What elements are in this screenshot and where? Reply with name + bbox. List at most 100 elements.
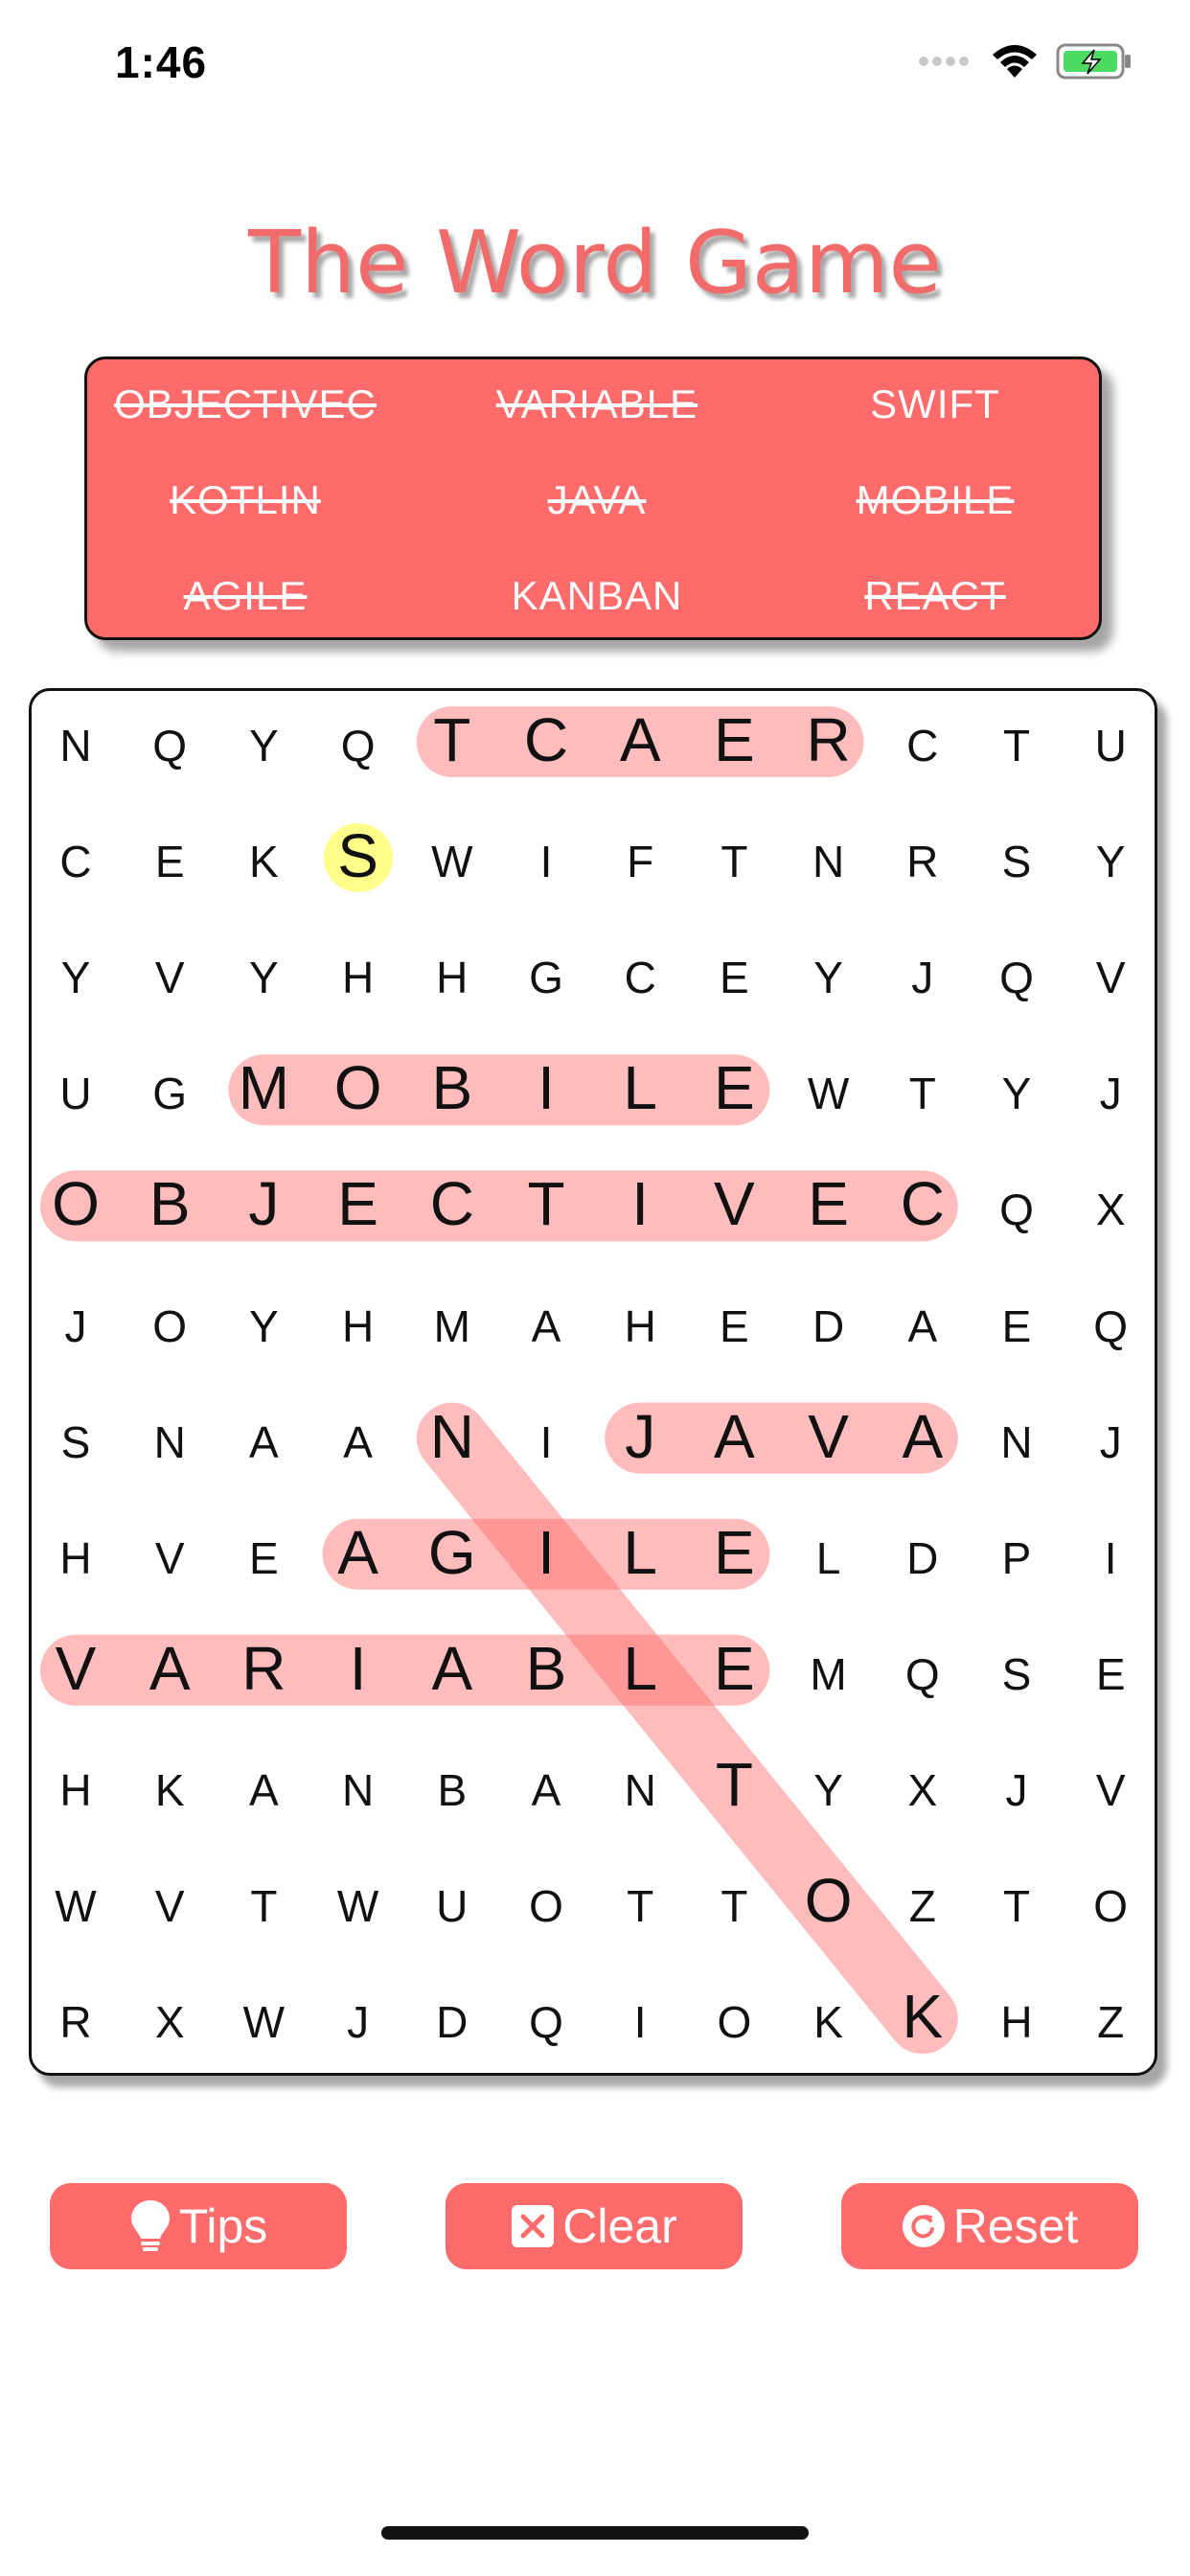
- grid-cell[interactable]: T: [687, 803, 781, 920]
- grid-cell[interactable]: X: [123, 1964, 217, 2081]
- grid-cell[interactable]: N: [123, 1384, 217, 1501]
- grid-cell[interactable]: M: [782, 1616, 876, 1733]
- grid-cell[interactable]: E: [1064, 1616, 1157, 1733]
- grid-cell[interactable]: S: [970, 1616, 1064, 1733]
- grid-cell[interactable]: J: [593, 1378, 687, 1495]
- grid-cell[interactable]: I: [593, 1145, 687, 1262]
- grid-cell[interactable]: R: [29, 1964, 123, 2081]
- grid-cell[interactable]: D: [876, 1500, 970, 1617]
- grid-cell[interactable]: Q: [499, 1964, 593, 2081]
- grid-cell[interactable]: O: [499, 1848, 593, 1965]
- grid-cell[interactable]: B: [499, 1610, 593, 1727]
- grid-cell[interactable]: V: [687, 1145, 781, 1262]
- grid-cell[interactable]: R: [876, 803, 970, 920]
- grid-cell[interactable]: Q: [876, 1616, 970, 1733]
- grid-cell[interactable]: C: [876, 687, 970, 804]
- clear-button[interactable]: Clear: [446, 2183, 743, 2269]
- grid-cell[interactable]: A: [123, 1610, 217, 1727]
- grid-cell[interactable]: U: [1064, 687, 1157, 804]
- grid-cell[interactable]: I: [499, 1384, 593, 1501]
- grid-cell[interactable]: Y: [970, 1035, 1064, 1152]
- grid-cell[interactable]: N: [970, 1384, 1064, 1501]
- grid-cell[interactable]: V: [29, 1610, 123, 1727]
- grid-cell[interactable]: J: [29, 1268, 123, 1385]
- grid-cell[interactable]: C: [876, 1145, 970, 1262]
- grid-cell[interactable]: H: [593, 1268, 687, 1385]
- grid-cell[interactable]: E: [123, 803, 217, 920]
- grid-cell[interactable]: Y: [29, 919, 123, 1036]
- grid-cell[interactable]: T: [499, 1145, 593, 1262]
- grid-cell[interactable]: N: [311, 1732, 405, 1849]
- grid-cell[interactable]: A: [405, 1610, 499, 1727]
- grid-cell[interactable]: I: [499, 1029, 593, 1146]
- grid-cell[interactable]: R: [782, 681, 876, 798]
- grid-cell[interactable]: Y: [217, 919, 310, 1036]
- grid-cell[interactable]: M: [217, 1029, 310, 1146]
- grid-cell[interactable]: T: [687, 1726, 781, 1843]
- grid-cell[interactable]: Y: [217, 1268, 310, 1385]
- grid-cell[interactable]: A: [687, 1378, 781, 1495]
- grid-cell[interactable]: V: [1064, 1732, 1157, 1849]
- grid-cell[interactable]: E: [687, 681, 781, 798]
- grid-cell[interactable]: B: [405, 1029, 499, 1146]
- grid-cell[interactable]: W: [311, 1848, 405, 1965]
- grid-cell[interactable]: S: [970, 803, 1064, 920]
- grid-cell[interactable]: Q: [311, 687, 405, 804]
- grid-cell[interactable]: A: [876, 1378, 970, 1495]
- grid-cell[interactable]: O: [687, 1964, 781, 2081]
- grid-cell[interactable]: N: [29, 687, 123, 804]
- grid-cell[interactable]: K: [782, 1964, 876, 2081]
- grid-cell[interactable]: J: [217, 1145, 310, 1262]
- grid-cell[interactable]: K: [876, 1958, 970, 2075]
- grid-cell[interactable]: E: [782, 1145, 876, 1262]
- grid-cell[interactable]: Q: [970, 919, 1064, 1036]
- grid-cell[interactable]: Y: [782, 919, 876, 1036]
- grid-cell[interactable]: I: [593, 1964, 687, 2081]
- grid-cell[interactable]: W: [782, 1035, 876, 1152]
- grid-cell[interactable]: J: [1064, 1384, 1157, 1501]
- grid-cell[interactable]: C: [499, 681, 593, 798]
- grid-cell[interactable]: Q: [1064, 1268, 1157, 1385]
- grid-cell[interactable]: R: [217, 1610, 310, 1727]
- grid-cell[interactable]: J: [1064, 1035, 1157, 1152]
- grid-cell[interactable]: N: [405, 1378, 499, 1495]
- grid-cell[interactable]: C: [593, 919, 687, 1036]
- grid-cell[interactable]: L: [593, 1610, 687, 1727]
- grid-cell[interactable]: T: [217, 1848, 310, 1965]
- grid-cell[interactable]: A: [593, 681, 687, 798]
- grid-cell[interactable]: T: [970, 1848, 1064, 1965]
- grid-cell[interactable]: J: [970, 1732, 1064, 1849]
- grid-cell[interactable]: A: [311, 1384, 405, 1501]
- reset-button[interactable]: Reset: [841, 2183, 1138, 2269]
- grid-cell[interactable]: W: [405, 803, 499, 920]
- grid-cell[interactable]: L: [593, 1029, 687, 1146]
- grid-cell[interactable]: W: [29, 1848, 123, 1965]
- grid-cell[interactable]: O: [311, 1029, 405, 1146]
- grid-cell[interactable]: S: [311, 797, 405, 914]
- grid-cell[interactable]: I: [311, 1610, 405, 1727]
- grid-cell[interactable]: E: [970, 1268, 1064, 1385]
- grid-cell[interactable]: H: [970, 1964, 1064, 2081]
- grid-cell[interactable]: E: [687, 1494, 781, 1611]
- tips-button[interactable]: Tips: [50, 2183, 347, 2269]
- grid-cell[interactable]: T: [876, 1035, 970, 1152]
- grid-cell[interactable]: V: [123, 1848, 217, 1965]
- grid-cell[interactable]: H: [29, 1500, 123, 1617]
- grid-cell[interactable]: G: [405, 1494, 499, 1611]
- grid-cell[interactable]: J: [311, 1964, 405, 2081]
- grid-cell[interactable]: K: [123, 1732, 217, 1849]
- grid-cell[interactable]: V: [123, 919, 217, 1036]
- grid-cell[interactable]: T: [687, 1848, 781, 1965]
- grid-cell[interactable]: L: [782, 1500, 876, 1617]
- grid-cell[interactable]: A: [499, 1268, 593, 1385]
- grid-cell[interactable]: V: [1064, 919, 1157, 1036]
- grid-cell[interactable]: Q: [970, 1151, 1064, 1268]
- grid-cell[interactable]: G: [499, 919, 593, 1036]
- grid-cell[interactable]: C: [29, 803, 123, 920]
- grid-cell[interactable]: V: [782, 1378, 876, 1495]
- grid-cell[interactable]: X: [1064, 1151, 1157, 1268]
- grid-cell[interactable]: Y: [1064, 803, 1157, 920]
- grid-cell[interactable]: Y: [782, 1732, 876, 1849]
- grid-cell[interactable]: N: [782, 803, 876, 920]
- grid-cell[interactable]: L: [593, 1494, 687, 1611]
